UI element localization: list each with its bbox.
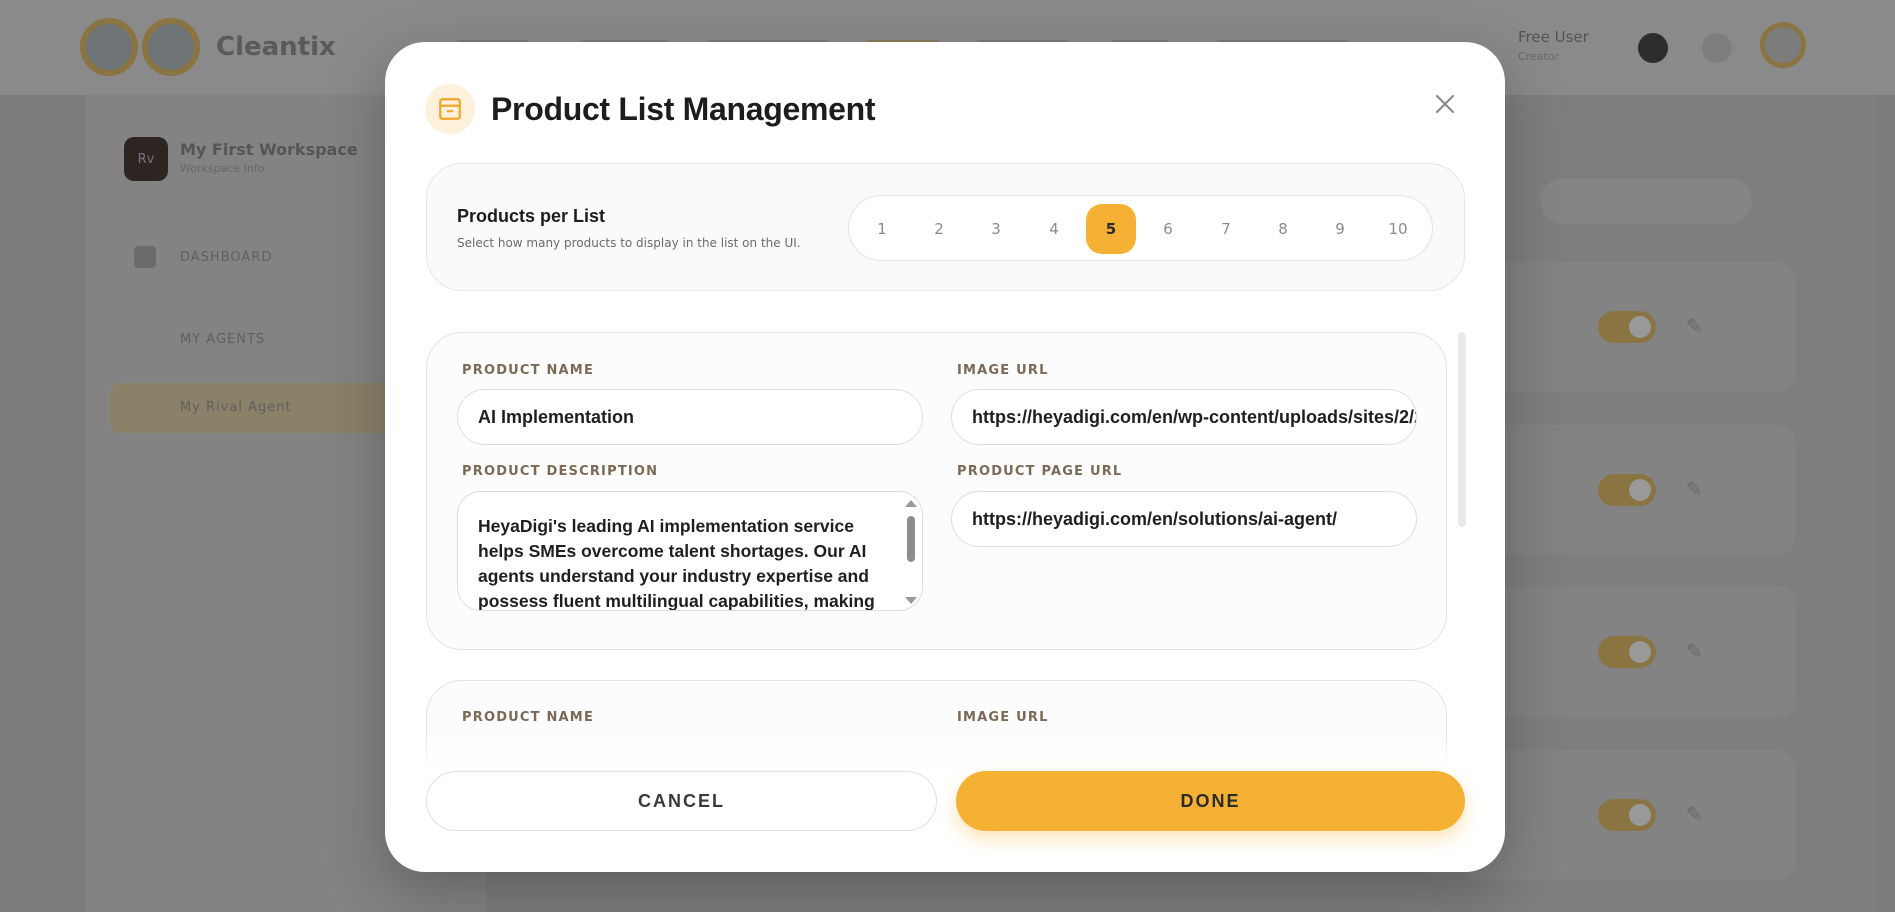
- products-per-list-card: Products per List Select how many produc…: [426, 163, 1465, 291]
- product-list-scroll-area[interactable]: PRODUCT NAME AI Implementation IMAGE URL…: [426, 332, 1476, 772]
- edit-icon[interactable]: ✎: [1686, 314, 1710, 338]
- brand-logo: Cleantix: [80, 18, 336, 76]
- edit-icon[interactable]: ✎: [1686, 802, 1710, 826]
- workspace-subtitle: Workspace Info: [180, 162, 265, 175]
- list-scrollbar[interactable]: [1458, 332, 1466, 527]
- products-per-list-selector: 1 2 3 4 5 6 7 8 9 10: [848, 195, 1433, 261]
- scrollbar-thumb[interactable]: [907, 516, 915, 562]
- count-option-4[interactable]: 4: [1029, 204, 1079, 254]
- user-name: Free User: [1518, 28, 1589, 46]
- status-toggle[interactable]: [1598, 636, 1656, 668]
- product-card: PRODUCT NAME AI Implementation IMAGE URL…: [426, 332, 1447, 650]
- user-plan: Creator: [1518, 50, 1560, 63]
- product-list-modal: Product List Management Products per Lis…: [385, 42, 1505, 872]
- product-name-label: PRODUCT NAME: [462, 710, 595, 725]
- count-option-8[interactable]: 8: [1258, 204, 1308, 254]
- product-description-textarea[interactable]: HeyaDigi's leading AI implementation ser…: [457, 491, 923, 611]
- product-name-label: PRODUCT NAME: [462, 363, 595, 378]
- count-option-5-selected[interactable]: 5: [1086, 204, 1136, 254]
- bell-icon[interactable]: [1702, 33, 1732, 63]
- count-option-10[interactable]: 10: [1373, 204, 1423, 254]
- sidebar-item-rival-agent[interactable]: My Rival Agent: [180, 400, 292, 415]
- archive-box-icon: [425, 84, 475, 134]
- edit-icon[interactable]: ✎: [1686, 639, 1710, 663]
- brand-name: Cleantix: [216, 32, 336, 62]
- count-option-9[interactable]: 9: [1315, 204, 1365, 254]
- scroll-down-icon[interactable]: [905, 597, 917, 604]
- count-option-2[interactable]: 2: [914, 204, 964, 254]
- status-toggle[interactable]: [1598, 474, 1656, 506]
- status-toggle[interactable]: [1598, 799, 1656, 831]
- products-per-list-subtitle: Select how many products to display in t…: [457, 236, 801, 250]
- workspace-title: My First Workspace: [180, 140, 358, 159]
- modal-header: Product List Management: [425, 84, 876, 134]
- product-description-text: HeyaDigi's leading AI implementation ser…: [478, 516, 875, 611]
- product-name-input[interactable]: AI Implementation: [457, 389, 923, 445]
- workspace-avatar[interactable]: Rv: [124, 137, 168, 181]
- logo-circle-icon: [80, 18, 138, 76]
- cancel-button[interactable]: CANCEL: [426, 771, 937, 831]
- logo-circle-icon: [142, 18, 200, 76]
- image-url-label: IMAGE URL: [957, 710, 1049, 725]
- theme-icon[interactable]: [1638, 33, 1668, 63]
- modal-title: Product List Management: [491, 90, 876, 127]
- count-option-7[interactable]: 7: [1201, 204, 1251, 254]
- add-product-button[interactable]: [1540, 178, 1752, 224]
- product-description-label: PRODUCT DESCRIPTION: [462, 464, 659, 479]
- image-url-label: IMAGE URL: [957, 363, 1049, 378]
- count-option-6[interactable]: 6: [1143, 204, 1193, 254]
- done-button[interactable]: DONE: [956, 771, 1465, 831]
- textarea-scrollbar[interactable]: [904, 498, 918, 606]
- user-info[interactable]: Free User Creator: [1518, 28, 1589, 63]
- product-page-url-label: PRODUCT PAGE URL: [957, 464, 1123, 479]
- avatar[interactable]: [1760, 22, 1806, 68]
- count-option-3[interactable]: 3: [971, 204, 1021, 254]
- count-option-1[interactable]: 1: [857, 204, 907, 254]
- products-per-list-title: Products per List: [457, 206, 606, 226]
- close-icon[interactable]: [1427, 86, 1463, 122]
- edit-icon[interactable]: ✎: [1686, 477, 1710, 501]
- scroll-up-icon[interactable]: [905, 500, 917, 507]
- scroll-fade: [426, 732, 1476, 772]
- status-toggle[interactable]: [1598, 311, 1656, 343]
- product-page-url-input[interactable]: https://heyadigi.com/en/solutions/ai-age…: [951, 491, 1417, 547]
- image-url-input[interactable]: https://heyadigi.com/en/wp-content/uploa…: [951, 389, 1417, 445]
- sidebar-item-agents[interactable]: MY AGENTS: [180, 332, 265, 347]
- sidebar-item-dashboard[interactable]: DASHBOARD: [180, 250, 272, 265]
- dashboard-icon: [134, 246, 156, 268]
